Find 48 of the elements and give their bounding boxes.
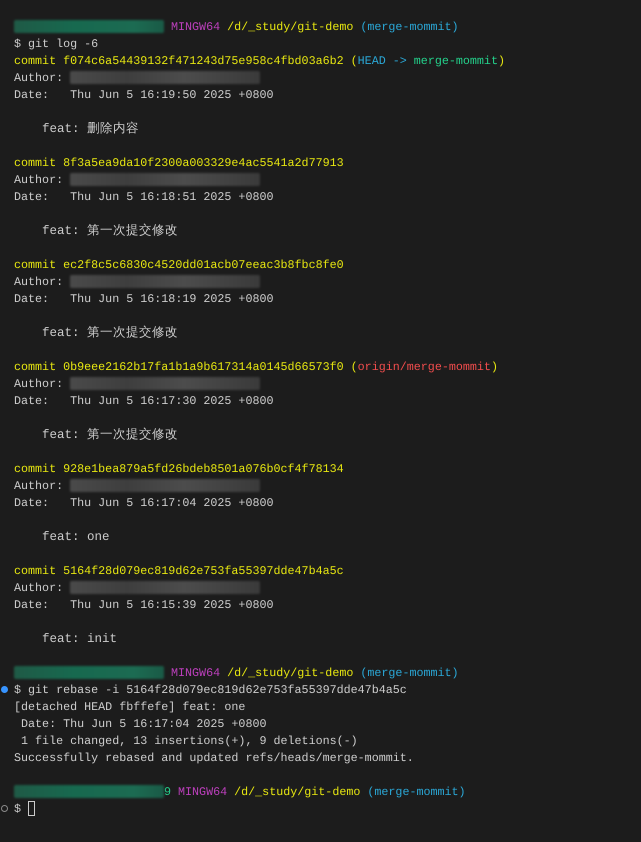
output-text: Date: Thu Jun 5 16:17:04 2025 +0800 [20, 716, 266, 730]
commit-date: Date: Thu Jun 5 16:17:04 2025 +0800 [14, 496, 274, 510]
output-text: Successfully rebased and updated refs/heads/merge-mommit. [14, 750, 414, 764]
commit-hash: commit 928e1bea879a5fd26bdeb8501a076b0cf4f78134 [14, 462, 344, 476]
shell-name: MINGW64 [178, 784, 228, 798]
working-path: /d/_study/git-demo [227, 666, 354, 680]
commit-message: feat: 第一次提交修改 [41, 324, 178, 341]
commit-date: Date: Thu Jun 5 16:19:50 2025 +0800 [14, 88, 274, 102]
commit-hash: commit f074c6a54439132f471243d75e958c4fbd03a6b2 [14, 54, 344, 68]
branch-name: (merge-mommit) [360, 20, 459, 34]
ref-paren: ( [350, 360, 358, 374]
working-path: /d/_study/git-demo [234, 784, 360, 798]
ref-name: origin/merge-mommit [358, 360, 491, 374]
author-label: Author: [14, 478, 64, 492]
commit-date: Date: Thu Jun 5 16:15:39 2025 +0800 [14, 598, 274, 612]
author-label: Author: [14, 376, 64, 390]
working-path: /d/_study/git-demo [227, 20, 354, 34]
branch-name: (merge-mommit) [360, 666, 459, 680]
commit-hash: commit 8f3a5ea9da10f2300a003329e4ac5541a2d77913 [14, 156, 344, 170]
ref-paren: ) [498, 54, 505, 68]
author-label: Author: [14, 580, 64, 594]
commit-date: Date: Thu Jun 5 16:18:51 2025 +0800 [14, 190, 274, 204]
ref-name: HEAD -> [358, 54, 407, 68]
commit-hash: commit 5164f28d079ec819d62e753fa55397dde47b4a5c [14, 564, 344, 578]
command-text: $ [14, 802, 22, 816]
ref-paren: ( [350, 54, 358, 68]
commit-hash: commit ec2f8c5c6830c4520dd01acb07eeac3b8fbc8fe0 [14, 258, 344, 272]
command-text: $ git log -6 [14, 36, 98, 50]
author-label: Author: [14, 70, 64, 84]
author-label: Author: [14, 274, 64, 288]
commit-message: feat: 删除内容 [41, 120, 140, 137]
host-name: 9 [164, 784, 172, 798]
author-label: Author: [14, 172, 64, 186]
output-text: [detached HEAD fbffefe] feat: one [14, 700, 246, 714]
commit-message: feat: one [41, 530, 110, 544]
commit-date: Date: Thu Jun 5 16:18:19 2025 +0800 [14, 292, 274, 306]
commit-date: Date: Thu Jun 5 16:17:30 2025 +0800 [14, 394, 274, 408]
commit-hash: commit 0b9eee2162b17fa1b1a9b617314a0145d66573f0 [14, 360, 344, 374]
commit-message: feat: init [41, 632, 118, 646]
ref-paren: ) [490, 360, 498, 374]
command-text: $ git rebase -i 5164f28d079ec819d62e753fa55397dde47b4a5c [14, 682, 407, 696]
output-text: 1 file changed, 13 insertions(+), 9 deletions(-) [20, 734, 358, 748]
ref-name: merge-mommit [414, 54, 498, 68]
commit-message: feat: 第一次提交修改 [41, 426, 178, 443]
shell-name: MINGW64 [171, 20, 220, 34]
branch-name: (merge-mommit) [367, 784, 466, 798]
shell-name: MINGW64 [171, 666, 220, 680]
commit-message: feat: 第一次提交修改 [41, 222, 178, 239]
